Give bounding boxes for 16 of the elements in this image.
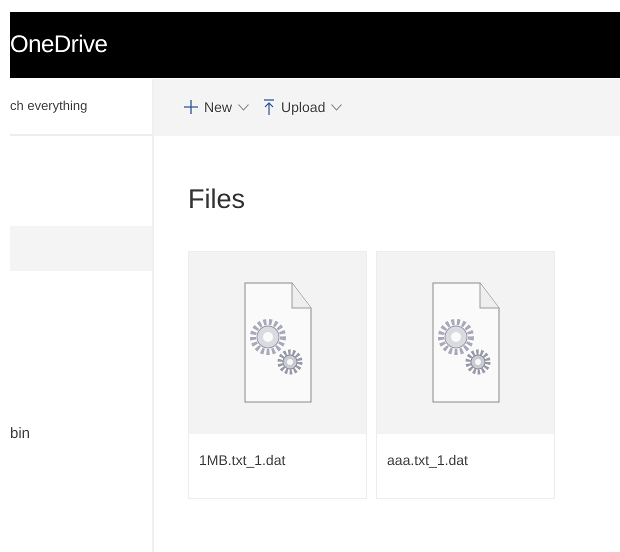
upload-icon — [263, 99, 276, 115]
file-name: aaa.txt_1.dat — [386, 451, 469, 470]
file-card[interactable]: 1MB.txt_1.dat — [188, 251, 367, 499]
file-card[interactable]: aaa.txt_1.dat — [376, 251, 555, 499]
file-gears-icon — [244, 282, 312, 404]
new-button[interactable]: New — [184, 99, 250, 115]
plus-icon — [184, 100, 198, 114]
file-gears-icon — [432, 282, 500, 404]
upload-button[interactable]: Upload — [263, 99, 342, 115]
chevron-down-icon — [331, 104, 342, 110]
page-heading: Files — [188, 184, 246, 215]
app-title[interactable]: OneDrive — [10, 31, 108, 59]
file-name: 1MB.txt_1.dat — [198, 451, 286, 470]
sidebar-item[interactable]: bin — [10, 419, 152, 448]
search-field[interactable]: ch everything — [10, 78, 152, 136]
chevron-down-icon — [238, 104, 250, 110]
